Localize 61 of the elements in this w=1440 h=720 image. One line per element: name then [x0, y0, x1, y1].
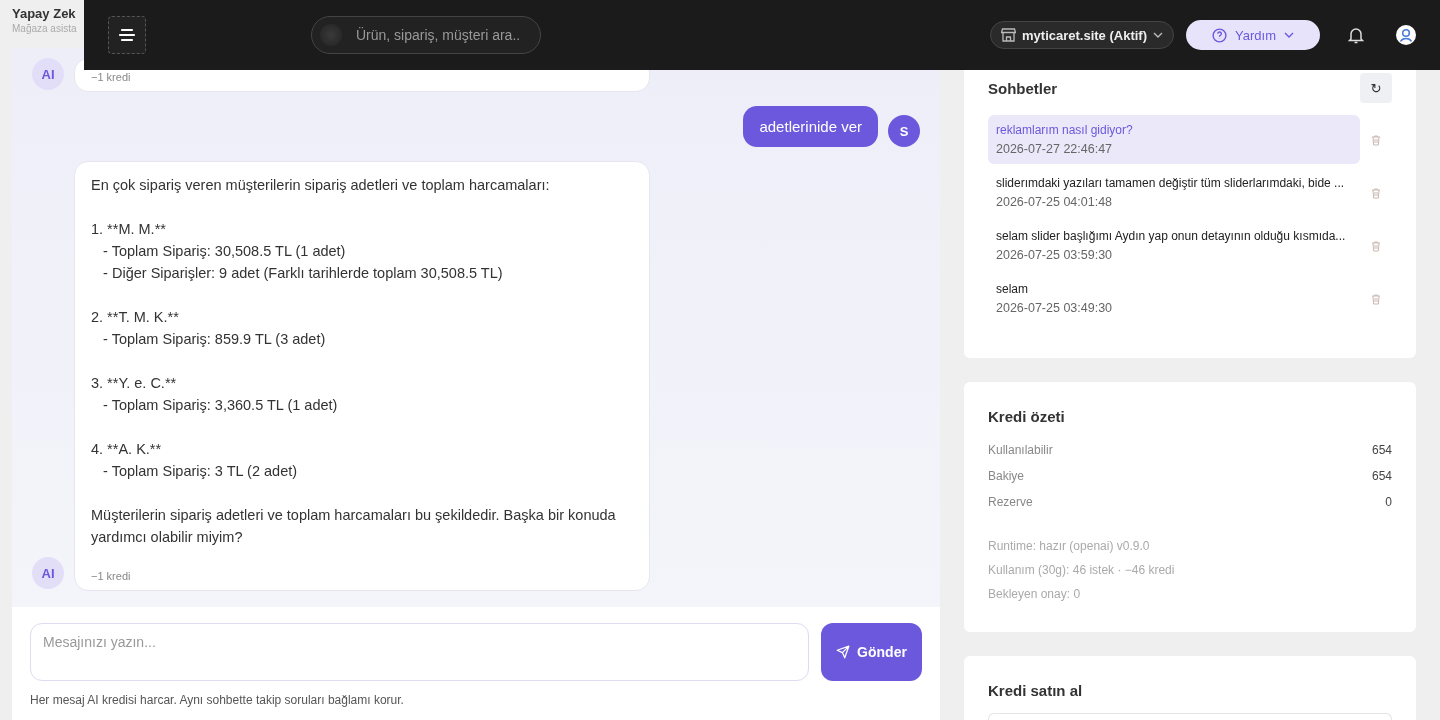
trash-icon[interactable] [1370, 239, 1382, 252]
message-paragraph: 2. **T. M. K.** - Toplam Sipariş: 859.9 TL (3 adet) [91, 308, 327, 349]
ai-avatar: AI [32, 557, 64, 589]
page-title: Yapay Zek [12, 6, 76, 21]
chat-title: reklamlarım nasıl gidiyor? [996, 123, 1133, 137]
store-icon [1001, 28, 1016, 42]
chat-item[interactable]: reklamlarım nasıl gidiyor? 2026-07-27 22:46:47 [988, 115, 1360, 164]
credit-cost: −1 kredi [91, 570, 132, 582]
summary-value: 654 [1371, 443, 1392, 457]
card-title: Sohbetler [988, 79, 1058, 97]
question-icon [1212, 27, 1228, 43]
chat-date: 2026-07-25 03:59:30 [996, 248, 1113, 262]
page-subtitle: Mağaza asista [12, 23, 77, 34]
chat-title: selam [996, 282, 1028, 296]
chat-date: 2026-07-25 04:01:48 [996, 195, 1113, 209]
summary-label: Rezerve [988, 495, 1033, 509]
summary-value: 0 [1385, 495, 1392, 509]
chevron-icon [1283, 32, 1294, 38]
summary-note: Bekleyen onay: 0 [988, 587, 1081, 601]
message-paragraph: 3. **Y. e. C.** - Toplam Sipariş: 3,360.5 TL (1 adet) [91, 374, 339, 415]
chat-title: sliderımdaki yazıları tamamen değiştir tüm sliderlarımdaki, bide ... [996, 176, 1345, 190]
ai-avatar: AI [32, 58, 64, 90]
search-bar[interactable]: Ürün, sipariş, müşteri ara.. [311, 16, 541, 54]
user-avatar-icon [1396, 25, 1416, 45]
credit-cost: −1 kredi [91, 71, 132, 83]
trash-icon[interactable] [1370, 186, 1382, 199]
summary-label: Bakiye [988, 469, 1025, 483]
summary-label: Kullanılabilir [988, 443, 1053, 457]
composer-hint: Her mesaj AI kredisi harcar. Aynı sohbette takip soruları bağlamı korur. [30, 693, 404, 707]
summary-value: 654 [1371, 469, 1392, 483]
chat-date: 2026-07-25 03:49:30 [996, 301, 1113, 315]
help-button[interactable]: Yardım [1186, 20, 1320, 50]
user-avatar: S [888, 115, 920, 147]
bell-icon [1348, 26, 1364, 44]
menu-button[interactable] [108, 16, 146, 54]
store-select[interactable]: myticaret.site (Aktif) [990, 21, 1174, 49]
profile-button[interactable] [1396, 25, 1416, 45]
refresh-button[interactable]: ↻ [1360, 73, 1392, 103]
send-button[interactable]: Gönder [821, 623, 922, 681]
message-text: adetlerinide ver [759, 118, 862, 135]
chat-item[interactable]: sliderımdaki yazıları tamamen değiştir tüm sliderlarımdaki, bide ... 2026-07-25 04:01:48 [988, 168, 1360, 217]
search-input[interactable]: Ürün, sipariş, müşteri ara.. [354, 26, 534, 44]
chevron-icon [1153, 32, 1163, 38]
summary-note: Runtime: hazır (openai) v0.9.0 [988, 539, 1150, 553]
send-icon [836, 645, 851, 659]
card-title: Kredi özeti [988, 408, 1065, 425]
menu-icon [118, 28, 136, 42]
chat-date: 2026-07-27 22:46:47 [996, 142, 1113, 156]
card-title: Kredi satın al [988, 682, 1083, 699]
chat-item[interactable]: selam slider başlığımı Aydın yap onun detayının olduğu kısmıda... 2026-07-25 03:59:30 [988, 221, 1360, 270]
trash-icon[interactable] [1370, 292, 1382, 305]
chat-title: selam slider başlığımı Aydın yap onun detayının olduğu kısmıda... [996, 229, 1346, 243]
message-paragraph: 4. **A. K.** - Toplam Sipariş: 3 TL (2 adet) [91, 440, 299, 481]
chat-item[interactable]: selam 2026-07-25 03:49:30 [988, 274, 1360, 323]
message-paragraph: 1. **M. M.** - Toplam Sipariş: 30,508.5 TL (1 adet) - Diğer Siparişler: 9 adet (Farklı tarihlerde toplam 30,508.5 TL) [91, 220, 504, 283]
notifications-button[interactable] [1348, 26, 1364, 44]
message-input[interactable]: Mesajınızı yazın... [30, 623, 809, 681]
message-paragraph: Müşterilerin sipariş adetleri ve toplam harcamaları bu şekildedir. Başka bir konuda yardımcı olabilir miyim? [91, 506, 617, 547]
trash-icon[interactable] [1370, 133, 1382, 146]
summary-note: Kullanım (30g): 46 istek · −46 kredi [988, 563, 1175, 577]
message-paragraph: En çok sipariş veren müşterilerin sipariş adetleri ve toplam harcamaları: [91, 176, 551, 195]
